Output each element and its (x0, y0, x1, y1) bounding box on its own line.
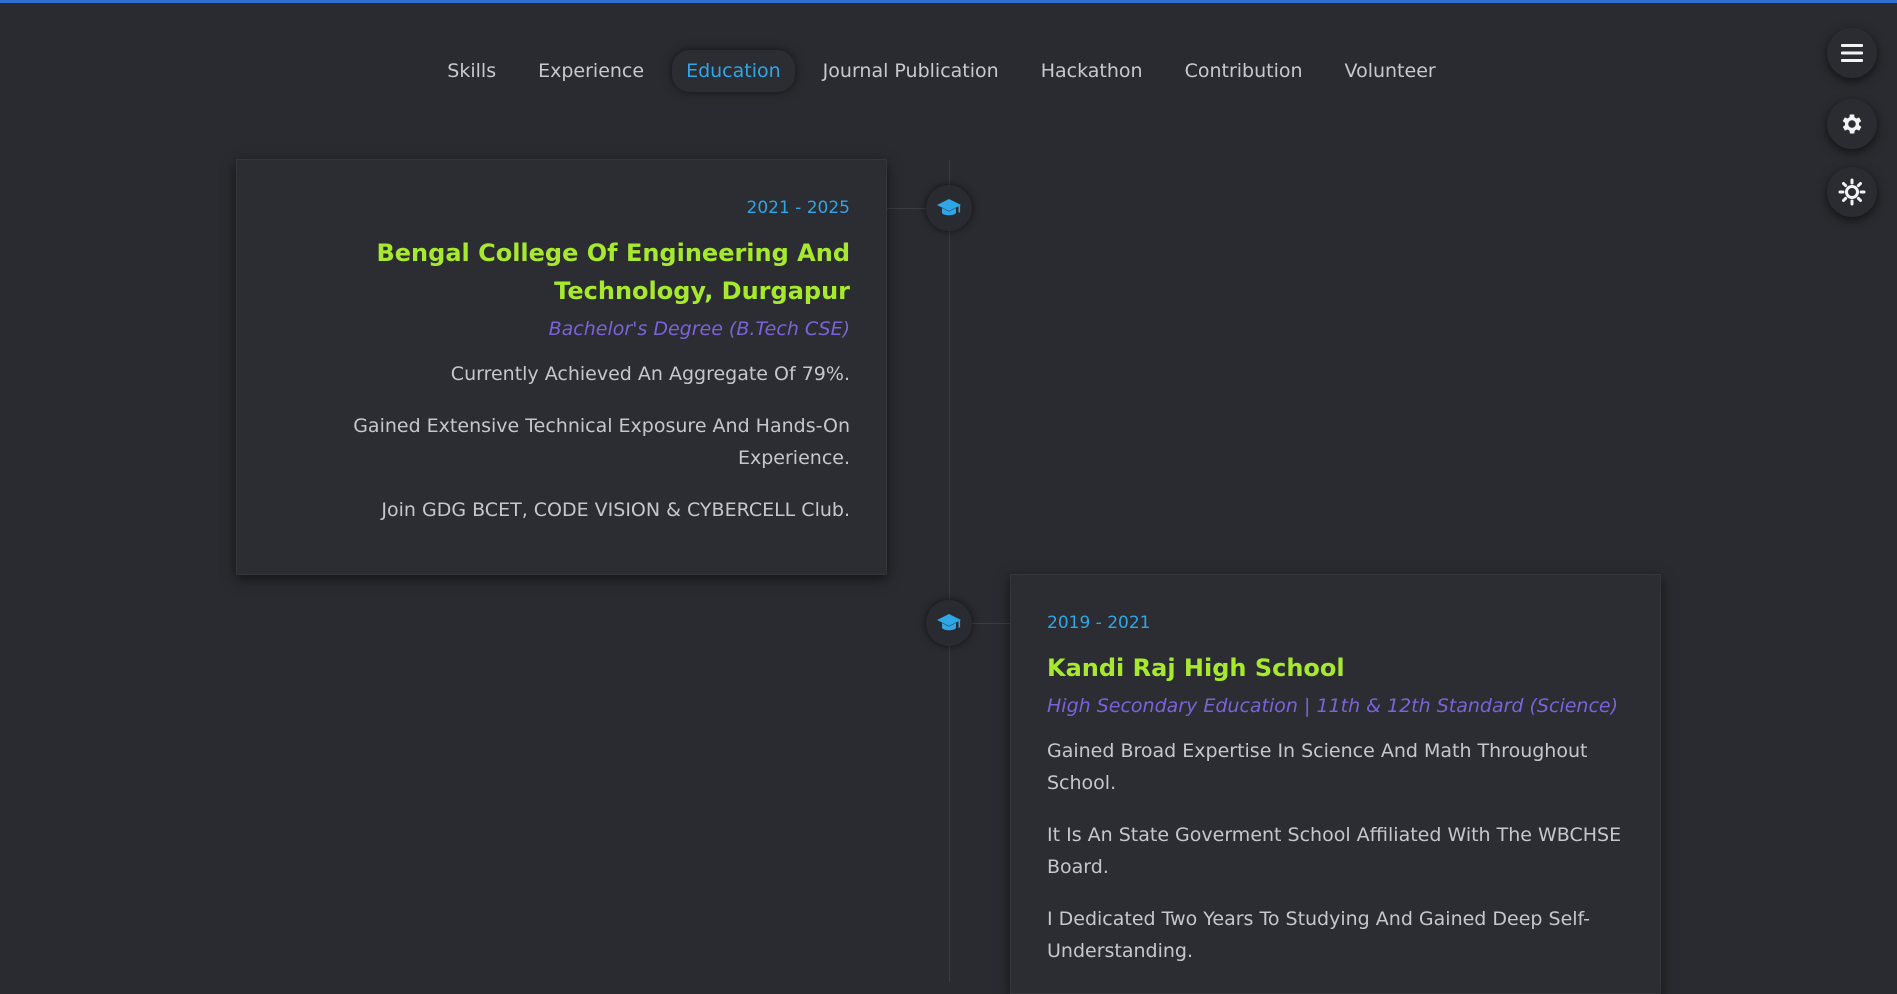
education-date: 2019 - 2021 (1047, 613, 1151, 633)
theme-toggle-button[interactable] (1827, 167, 1877, 217)
education-point: Gained Extensive Technical Exposure And … (353, 415, 850, 469)
education-point: Gained Broad Expertise In Science And Ma… (1047, 740, 1588, 794)
menu-button[interactable] (1827, 28, 1877, 78)
education-point: I Dedicated Two Years To Studying And Ga… (1047, 908, 1591, 962)
tab-volunteer[interactable]: Volunteer (1331, 50, 1450, 92)
timeline-marker (926, 185, 972, 231)
top-accent-bar (0, 0, 1897, 3)
education-card: 2019 - 2021 Kandi Raj High School High S… (1010, 574, 1661, 994)
education-point: Join GDG BCET, CODE VISION & CYBERCELL C… (381, 499, 850, 521)
graduation-cap-icon (937, 199, 961, 216)
tab-hackathon[interactable]: Hackathon (1027, 50, 1157, 92)
education-date: 2021 - 2025 (746, 198, 850, 218)
tab-skills[interactable]: Skills (433, 50, 510, 92)
education-point: It Is An State Goverment School Affiliat… (1047, 824, 1622, 878)
tab-contribution[interactable]: Contribution (1171, 50, 1317, 92)
section-tabs: Skills Experience Education Journal Publ… (0, 50, 1897, 92)
timeline-connector (886, 208, 928, 209)
timeline-connector (972, 623, 1012, 624)
sun-icon (1838, 178, 1866, 206)
tab-experience[interactable]: Experience (524, 50, 658, 92)
settings-button[interactable] (1827, 99, 1877, 149)
tab-education[interactable]: Education (672, 50, 795, 92)
degree-label: High Secondary Education | 11th & 12th S… (1047, 695, 1619, 717)
education-point: Currently Achieved An Aggregate Of 79%. (450, 363, 850, 385)
timeline-marker (926, 600, 972, 646)
degree-label: Bachelor's Degree (B.Tech CSE) (548, 318, 850, 340)
timeline-line (949, 160, 950, 982)
institution-name: Kandi Raj High School (1047, 654, 1345, 682)
tab-journal-publication[interactable]: Journal Publication (809, 50, 1013, 92)
graduation-cap-icon (937, 614, 961, 631)
education-card: 2021 - 2025 Bengal College Of Engineerin… (236, 159, 887, 575)
hamburger-menu-icon (1841, 44, 1863, 62)
gear-icon (1842, 114, 1862, 134)
institution-name: Bengal College Of Engineering And Techno… (376, 239, 850, 305)
